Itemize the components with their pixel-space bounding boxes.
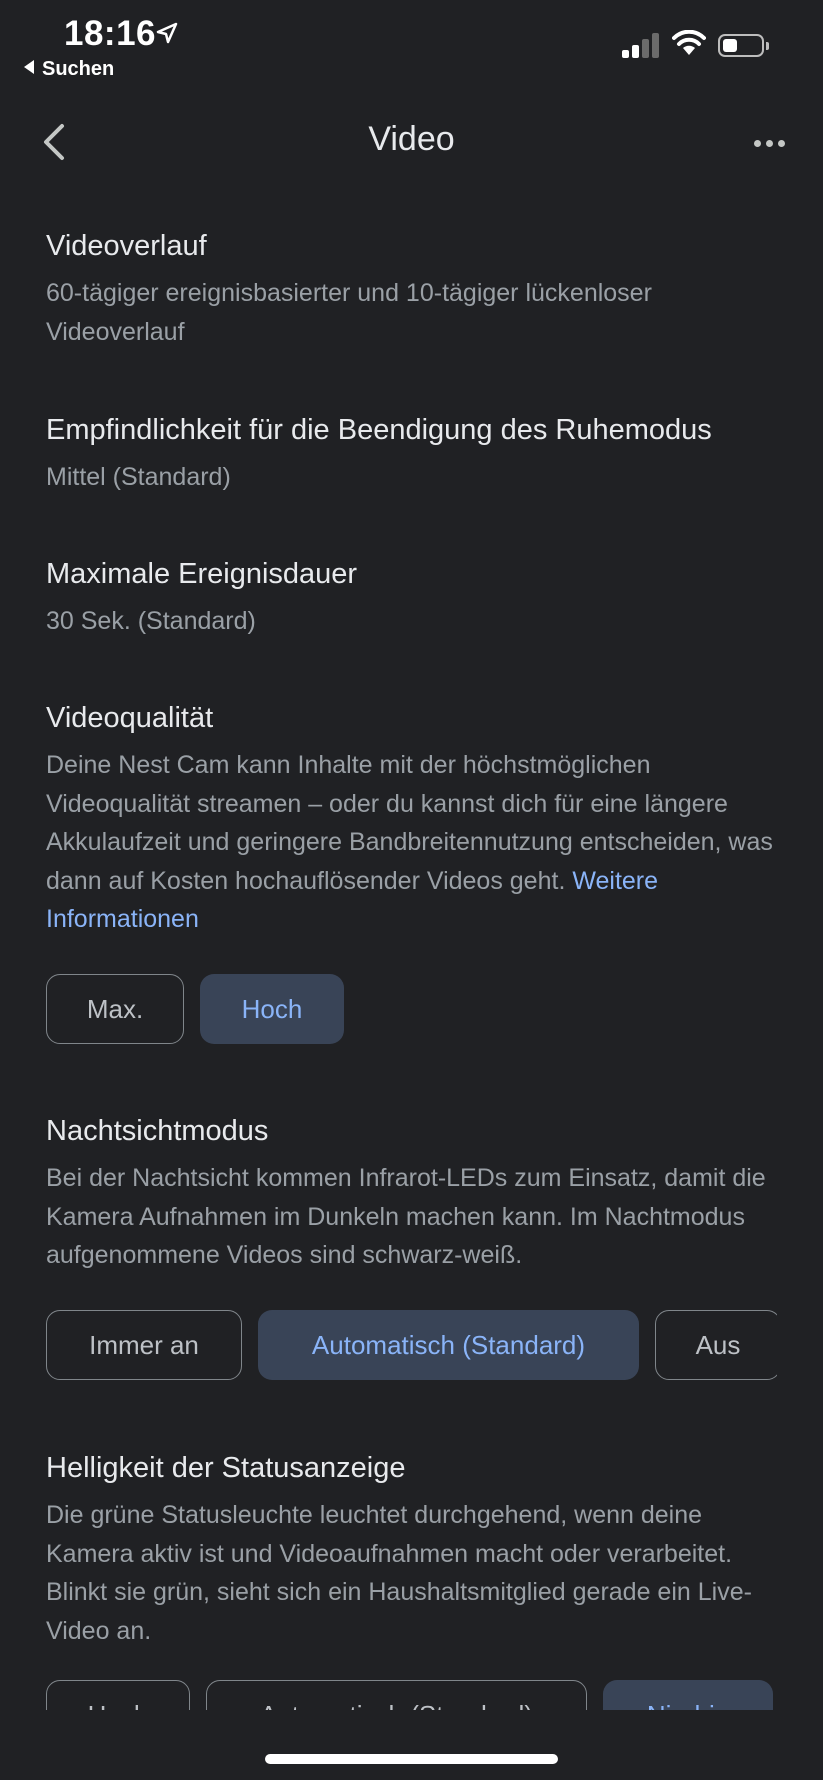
option-always-on-button[interactable]: Immer an bbox=[46, 1310, 242, 1380]
status-light-options: Hoch Automatisch (Standard) Niedrig bbox=[46, 1680, 786, 1710]
option-high-button[interactable]: Hoch bbox=[46, 1680, 190, 1710]
option-max-button[interactable]: Max. bbox=[46, 974, 184, 1044]
setting-max-event-length[interactable]: Maximale Ereignisdauer 30 Sek. (Standard… bbox=[46, 554, 786, 641]
setting-value: 30 Sek. (Standard) bbox=[46, 607, 256, 635]
setting-value: 60-tägiger ereignisbasierter und 10-tägi… bbox=[46, 279, 652, 346]
back-app-label: Suchen bbox=[42, 58, 115, 80]
setting-night-vision: Nachtsichtmodus Bei der Nachtsicht komme… bbox=[46, 1111, 786, 1275]
description-text: Deine Nest Cam kann Inhalte mit der höch… bbox=[46, 751, 773, 895]
back-triangle-icon bbox=[24, 60, 34, 74]
setting-status-light-brightness: Helligkeit der Statusanzeige Die grüne S… bbox=[46, 1448, 786, 1650]
setting-wake-sensitivity[interactable]: Empfindlichkeit für die Beendigung des R… bbox=[46, 410, 786, 497]
page-title: Video bbox=[368, 120, 455, 158]
night-vision-options: Immer an Automatisch (Standard) Aus bbox=[46, 1310, 777, 1380]
cellular-signal-icon bbox=[622, 32, 662, 58]
home-indicator[interactable] bbox=[265, 1754, 558, 1764]
location-arrow-icon bbox=[156, 22, 178, 44]
back-to-app-link[interactable]: Suchen bbox=[24, 58, 114, 81]
setting-title: Maximale Ereignisdauer bbox=[46, 558, 358, 590]
option-automatic-button[interactable]: Automatisch (Standard) bbox=[206, 1680, 587, 1710]
setting-title: Videoverlauf bbox=[46, 230, 207, 262]
bottom-safe-area bbox=[0, 1714, 823, 1780]
status-time: 18:16 bbox=[64, 14, 157, 53]
setting-video-history[interactable]: Videoverlauf 60-tägiger ereignisbasierte… bbox=[46, 226, 786, 351]
more-options-icon[interactable] bbox=[750, 136, 790, 150]
option-off-button[interactable]: Aus bbox=[655, 1310, 777, 1380]
setting-description: Deine Nest Cam kann Inhalte mit der höch… bbox=[46, 746, 786, 939]
option-automatic-button[interactable]: Automatisch (Standard) bbox=[258, 1310, 639, 1380]
option-low-button[interactable]: Niedrig bbox=[603, 1680, 773, 1710]
status-light-options-clip: Hoch Automatisch (Standard) Niedrig bbox=[0, 1680, 823, 1710]
setting-description: Bei der Nachtsicht kommen Infrarot-LEDs … bbox=[46, 1164, 766, 1269]
wifi-icon bbox=[672, 30, 706, 55]
setting-value: Mittel (Standard) bbox=[46, 463, 231, 491]
status-bar: 18:16 Suchen bbox=[0, 0, 823, 90]
app-bar: Video bbox=[0, 100, 823, 186]
option-high-button[interactable]: Hoch bbox=[200, 974, 344, 1044]
setting-title: Empfindlichkeit für die Beendigung des R… bbox=[46, 414, 712, 446]
setting-title: Nachtsichtmodus bbox=[46, 1115, 269, 1147]
setting-title: Videoqualität bbox=[46, 702, 214, 734]
battery-icon bbox=[718, 34, 769, 57]
setting-description: Die grüne Statusleuchte leuchtet durchge… bbox=[46, 1501, 752, 1645]
setting-title: Helligkeit der Statusanzeige bbox=[46, 1452, 406, 1484]
setting-video-quality: Videoqualität Deine Nest Cam kann Inhalt… bbox=[46, 698, 786, 939]
